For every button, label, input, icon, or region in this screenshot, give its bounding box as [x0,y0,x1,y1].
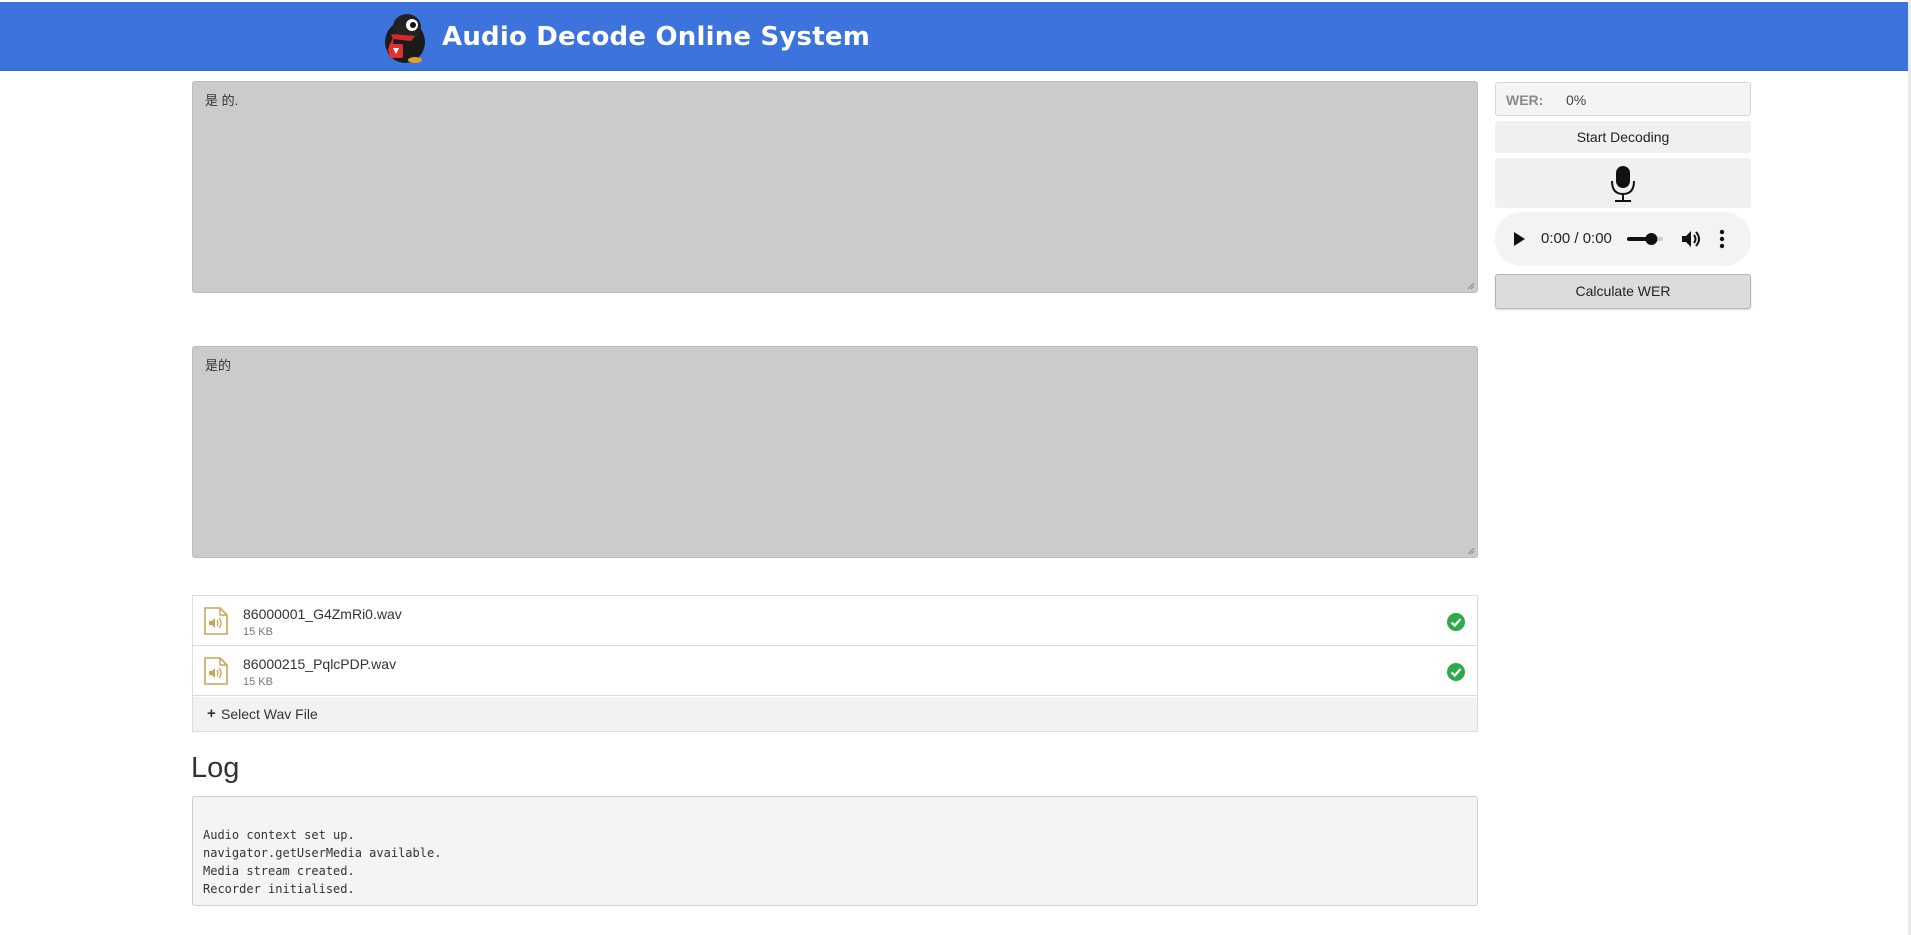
calculate-wer-button[interactable]: Calculate WER [1495,274,1751,309]
decoded-text-area[interactable]: 是 的. [192,81,1478,293]
plus-icon: + [207,705,216,722]
reference-text-area[interactable]: 是的 [192,346,1478,558]
resize-grip-icon[interactable] [1465,280,1475,290]
decoded-text: 是 的. [205,93,239,108]
resize-grip-icon[interactable] [1465,545,1475,555]
audio-player[interactable]: 0:00 / 0:00 [1495,212,1751,266]
wer-label: WER: [1506,92,1544,108]
app-header: Audio Decode Online System [0,2,1911,71]
log-line: Media stream created. [203,864,355,878]
microphone-icon [1611,166,1635,202]
file-size: 15 KB [243,676,273,688]
file-name: 86000001_G4ZmRi0.wav [243,606,402,622]
file-name: 86000215_PqlcPDP.wav [243,656,397,672]
file-item[interactable]: 86000215_PqlcPDP.wav 15 KB [193,646,1477,696]
volume-icon[interactable] [1681,229,1703,249]
select-wav-file-label: Select Wav File [221,706,318,722]
record-button[interactable] [1495,158,1751,208]
log-output: Audio context set up. navigator.getUserM… [192,796,1478,906]
select-wav-file-button[interactable]: + Select Wav File [193,697,1477,731]
play-icon[interactable] [1512,231,1526,247]
start-decoding-button[interactable]: Start Decoding [1495,121,1751,153]
audio-file-icon [204,607,228,635]
reference-text: 是的 [205,358,232,373]
file-item[interactable]: 86000001_G4ZmRi0.wav 15 KB [193,596,1477,646]
wer-display: WER: 0% [1495,82,1751,116]
check-circle-icon [1447,663,1465,681]
penguin-logo-icon [385,14,425,63]
log-line: Audio context set up. [203,828,355,842]
audio-time: 0:00 / 0:00 [1541,230,1612,247]
check-circle-icon [1447,613,1465,631]
app-title: Audio Decode Online System [442,22,870,52]
log-line: navigator.getUserMedia available. [203,846,442,860]
audio-file-icon [204,657,228,685]
log-heading: Log [191,752,240,784]
file-list: 86000001_G4ZmRi0.wav 15 KB 86000215_Pqlc… [192,595,1478,732]
volume-slider[interactable] [1627,232,1663,246]
wer-value: 0% [1566,92,1587,108]
file-size: 15 KB [243,626,273,638]
log-line: Recorder initialised. [203,882,355,896]
more-options-icon[interactable] [1719,229,1725,249]
